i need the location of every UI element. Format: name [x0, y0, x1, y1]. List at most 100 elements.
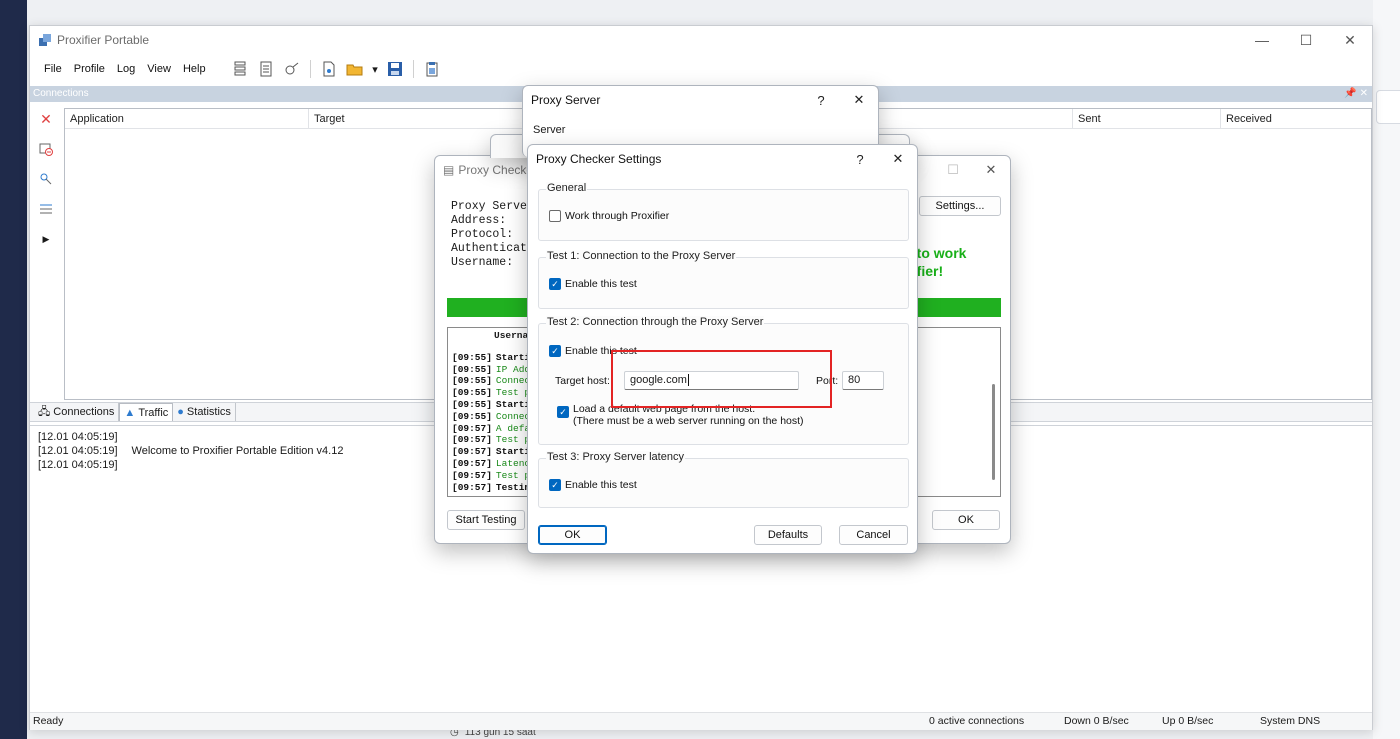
test3-enable-checkbox[interactable]: Enable this test: [549, 479, 637, 491]
find-user-icon[interactable]: [30, 164, 62, 194]
checker-log-time: [09:55]: [452, 410, 492, 422]
checker-log-message: Starti: [495, 446, 531, 458]
status-ready: Ready: [33, 715, 64, 727]
tab-statistics-label: Statistics: [186, 406, 231, 418]
work-through-proxifier-box[interactable]: [549, 210, 561, 222]
proxy-checker-title: Proxy Checke: [458, 163, 534, 177]
checker-log-time: [09:57]: [452, 434, 492, 446]
general-group-title: General: [546, 182, 588, 194]
start-testing-button[interactable]: Start Testing: [447, 510, 525, 530]
toolbar-separator: [413, 60, 414, 78]
menu-profile[interactable]: Profile: [68, 63, 111, 75]
port-input[interactable]: 80: [842, 371, 884, 390]
proxy-servers-icon[interactable]: [230, 59, 250, 79]
load-default-page-box[interactable]: [557, 406, 569, 418]
test1-group: Test 1: Connection to the Proxy Server E…: [538, 250, 909, 309]
checker-log-time: [09:57]: [452, 481, 492, 493]
globe-icon: ●: [177, 406, 184, 418]
cancel-button[interactable]: Cancel: [839, 525, 908, 545]
server-group-title: Server: [533, 124, 566, 136]
checker-log-message: Test p: [495, 469, 531, 481]
tab-traffic[interactable]: ▲ Traffic: [119, 403, 174, 421]
checker-log-time: [09:55]: [452, 375, 492, 387]
save-icon[interactable]: [385, 59, 405, 79]
clipboard-icon[interactable]: [422, 59, 442, 79]
test2-enable-box[interactable]: [549, 345, 561, 357]
checker-log-message: IP Add: [495, 363, 531, 375]
log-message: Welcome to Proxifier Portable Edition v4…: [131, 445, 344, 457]
menu-help[interactable]: Help: [177, 63, 212, 75]
column-received[interactable]: Received: [1221, 109, 1371, 128]
test3-enable-label: Enable this test: [565, 479, 637, 491]
help-icon[interactable]: ?: [802, 86, 840, 114]
test1-group-title: Test 1: Connection to the Proxy Server: [546, 250, 737, 262]
column-sent[interactable]: Sent: [1073, 109, 1221, 128]
proxy-server-titlebar: Proxy Server ? ✕: [523, 86, 878, 114]
checker-log-message: Test p: [495, 434, 531, 446]
pin-close-icon[interactable]: 📌 ✕: [1344, 86, 1368, 102]
rules-icon[interactable]: [256, 59, 276, 79]
chevron-down-icon[interactable]: ▾: [371, 59, 379, 79]
defaults-button[interactable]: Defaults: [754, 525, 822, 545]
log-time: [12.01 04:05:19]: [38, 431, 118, 443]
checker-log-message: Connec: [495, 410, 531, 422]
work-through-proxifier-checkbox[interactable]: Work through Proxifier: [549, 210, 669, 222]
desktop-left-strip: [0, 0, 27, 739]
block-icon[interactable]: [30, 134, 62, 164]
checker-log-message: Testin: [495, 481, 531, 493]
tab-statistics[interactable]: ● Statistics: [173, 403, 236, 421]
tab-connections[interactable]: 🖧 Connections: [34, 403, 120, 421]
list-icon[interactable]: [30, 194, 62, 224]
log-time: [12.01 04:05:19]: [38, 445, 118, 457]
checker-log-scrollbar[interactable]: [992, 384, 995, 480]
checker-log-time: [09:57]: [452, 469, 492, 481]
test1-enable-checkbox[interactable]: Enable this test: [549, 278, 637, 290]
menu-view[interactable]: View: [141, 63, 177, 75]
minimize-icon[interactable]: —: [1240, 26, 1284, 54]
checker-window-controls: ☐ ✕: [934, 156, 1010, 184]
checker-log-message: Connec: [495, 375, 531, 387]
desktop-right-edge: [1373, 0, 1400, 739]
new-profile-icon[interactable]: [319, 59, 339, 79]
maximize-icon[interactable]: ☐: [1284, 26, 1328, 54]
settings-ok-button[interactable]: OK: [538, 525, 607, 545]
close-icon[interactable]: ✕: [1328, 26, 1372, 54]
dns-icon[interactable]: [282, 59, 302, 79]
checker-log-time: [09:57]: [452, 422, 492, 434]
tab-connections-label: Connections: [53, 406, 115, 418]
checker-ok-button[interactable]: OK: [932, 510, 1000, 530]
open-folder-icon[interactable]: [345, 59, 365, 79]
network-icon: 🖧: [38, 405, 51, 418]
menu-file[interactable]: File: [38, 63, 68, 75]
test3-enable-box[interactable]: [549, 479, 561, 491]
proxifier-app-icon: [39, 34, 51, 46]
main-window-title: Proxifier Portable: [57, 33, 150, 47]
settings-window-controls: ? ✕: [841, 145, 917, 173]
checker-app-icon: ▤: [443, 163, 455, 177]
close-icon[interactable]: ✕: [972, 156, 1010, 184]
expand-arrow-icon[interactable]: ▶: [30, 224, 62, 254]
connections-panel-title: Connections: [33, 88, 89, 99]
load-default-page-note: (There must be a web server running on t…: [573, 415, 804, 427]
proxy-server-window-controls: ? ✕: [802, 86, 878, 114]
checker-log-time: [09:55]: [452, 351, 492, 363]
close-connection-icon[interactable]: ✕: [30, 104, 62, 134]
checker-settings-button[interactable]: Settings...: [919, 196, 1001, 216]
checker-log-time: [09:55]: [452, 398, 492, 410]
proxy-server-title: Proxy Server: [531, 93, 601, 107]
proxy-server-info: Proxy Server Address: Protocol: Authenti…: [451, 200, 534, 269]
settings-titlebar: Proxy Checker Settings ? ✕: [528, 145, 917, 173]
highlight-annotation: [611, 350, 832, 408]
maximize-icon[interactable]: ☐: [934, 156, 972, 184]
menu-log[interactable]: Log: [111, 63, 141, 75]
checker-log-message: Latenc: [495, 457, 531, 469]
help-icon[interactable]: ?: [841, 145, 879, 173]
column-application[interactable]: Application: [65, 109, 309, 128]
test1-enable-box[interactable]: [549, 278, 561, 290]
close-icon[interactable]: ✕: [879, 145, 917, 173]
general-group: General Work through Proxifier: [538, 182, 909, 241]
checker-log-message: A defa: [495, 422, 531, 434]
background-window-edge: [1376, 90, 1400, 124]
toolbar: ▾: [230, 57, 442, 81]
close-icon[interactable]: ✕: [840, 86, 878, 114]
